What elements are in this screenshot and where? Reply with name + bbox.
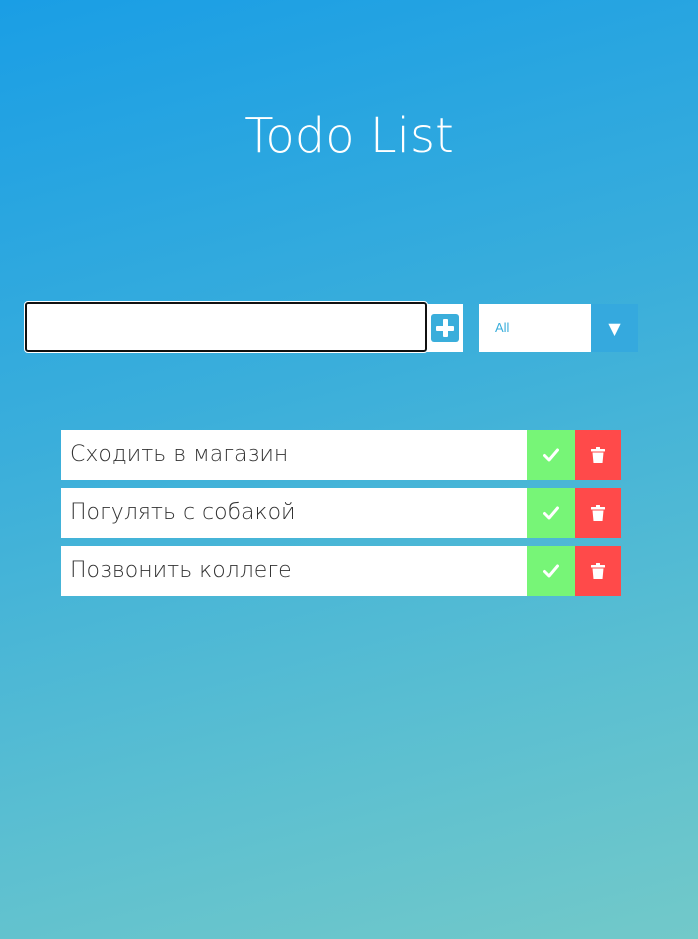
check-icon — [543, 506, 559, 520]
todo-text: Сходить в магазин — [61, 430, 527, 480]
complete-button[interactable] — [527, 430, 575, 480]
page-title: Todo List — [244, 108, 454, 164]
trash-icon — [591, 563, 605, 579]
todo-item: Позвонить коллеге — [61, 546, 621, 596]
delete-button[interactable] — [575, 546, 621, 596]
check-icon — [543, 448, 559, 462]
todo-text: Погулять с собакой — [61, 488, 527, 538]
filter-select[interactable]: All ▼ — [479, 304, 638, 352]
trash-icon — [591, 505, 605, 521]
todo-item: Погулять с собакой — [61, 488, 621, 538]
caret-down-icon[interactable]: ▼ — [591, 304, 638, 352]
todo-input[interactable] — [24, 301, 428, 353]
todo-list: Сходить в магазин Погулять с собакой Поз… — [61, 430, 621, 604]
check-icon — [543, 564, 559, 578]
todo-text: Позвонить коллеге — [61, 546, 527, 596]
delete-button[interactable] — [575, 430, 621, 480]
delete-button[interactable] — [575, 488, 621, 538]
filter-selected-value: All — [479, 304, 591, 352]
plus-square-icon — [431, 314, 459, 342]
complete-button[interactable] — [527, 546, 575, 596]
trash-icon — [591, 447, 605, 463]
add-todo-button[interactable] — [427, 304, 463, 352]
complete-button[interactable] — [527, 488, 575, 538]
todo-form: All ▼ — [24, 301, 645, 353]
todo-item: Сходить в магазин — [61, 430, 621, 480]
